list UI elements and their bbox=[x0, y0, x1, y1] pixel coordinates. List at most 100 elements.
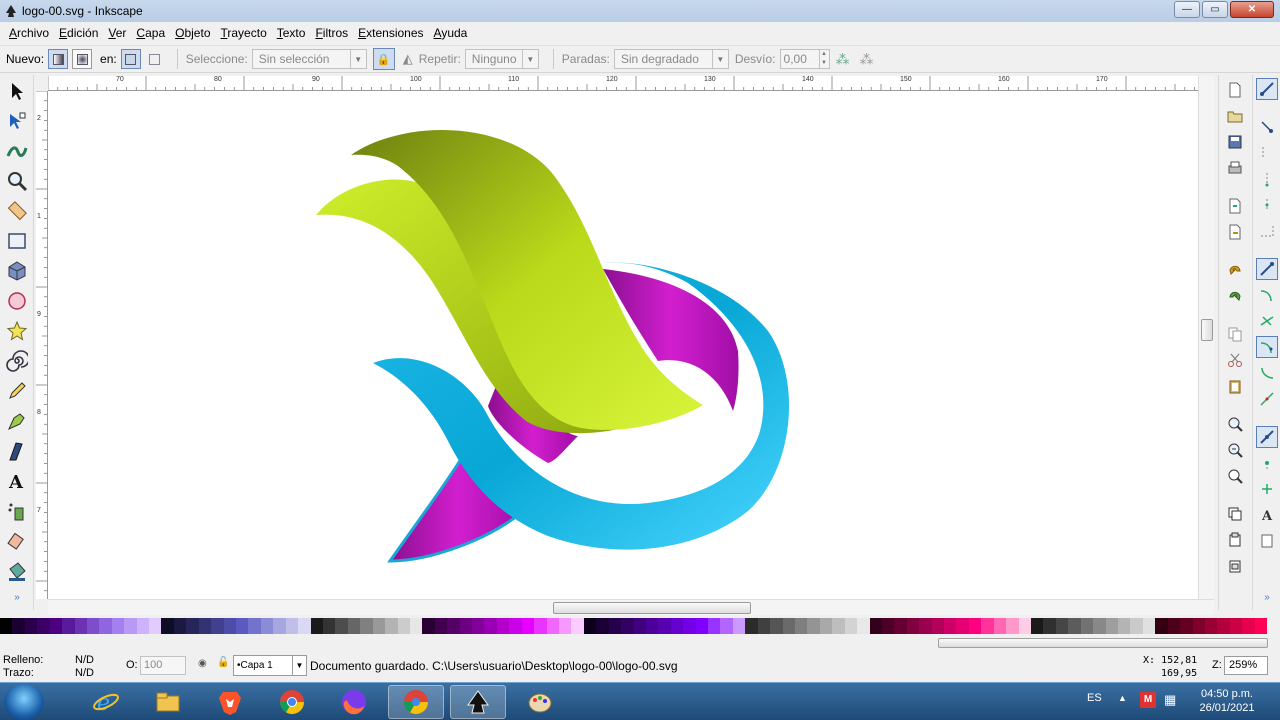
color-swatch[interactable] bbox=[1204, 618, 1218, 634]
color-swatch[interactable] bbox=[894, 618, 907, 634]
color-swatch[interactable] bbox=[322, 618, 336, 634]
color-swatch[interactable] bbox=[583, 618, 597, 634]
menu-extensiones[interactable]: Extensiones bbox=[353, 26, 428, 40]
clock[interactable]: 04:50 p.m. 26/01/2021 bbox=[1192, 687, 1262, 715]
snap-cusp-icon[interactable] bbox=[1256, 336, 1278, 358]
vertical-scroll-thumb[interactable] bbox=[1201, 319, 1213, 341]
color-swatch[interactable] bbox=[770, 618, 783, 634]
repeat-combo[interactable]: Ninguno ▼ bbox=[464, 49, 539, 69]
color-swatch[interactable] bbox=[1192, 618, 1205, 634]
horizontal-scrollbar[interactable] bbox=[48, 599, 1214, 615]
fill-target-button[interactable] bbox=[120, 49, 141, 69]
radial-gradient-button[interactable] bbox=[72, 49, 93, 69]
menu-trayecto[interactable]: Trayecto bbox=[216, 26, 272, 40]
color-swatch[interactable] bbox=[857, 618, 870, 634]
color-swatch[interactable] bbox=[161, 618, 174, 634]
color-swatch[interactable] bbox=[558, 618, 572, 634]
snap-midpoint-icon[interactable] bbox=[1256, 194, 1278, 216]
color-swatch[interactable] bbox=[534, 618, 547, 634]
link-gradient-button[interactable]: 🔒 bbox=[372, 48, 395, 70]
zoom-drawing-icon[interactable] bbox=[1225, 440, 1245, 460]
stroke-target-button[interactable] bbox=[145, 49, 165, 69]
color-swatch[interactable] bbox=[360, 618, 373, 634]
show-hidden-icons-icon[interactable]: ▲ bbox=[1118, 693, 1127, 703]
color-swatch[interactable] bbox=[720, 618, 733, 634]
color-swatch[interactable] bbox=[1055, 618, 1069, 634]
bucket-tool-icon[interactable] bbox=[5, 559, 29, 583]
color-swatch[interactable] bbox=[149, 618, 162, 634]
reverse-gradient-icon[interactable]: ◭ bbox=[403, 51, 413, 67]
color-swatch[interactable] bbox=[919, 618, 932, 634]
fill-indicator[interactable]: N/D bbox=[75, 654, 94, 666]
pen-tool-icon[interactable] bbox=[5, 409, 29, 433]
color-swatch[interactable] bbox=[335, 618, 348, 634]
snap-toggle-icon[interactable] bbox=[1256, 78, 1278, 100]
layer-select[interactable]: •Capa 1 ▼ bbox=[233, 655, 307, 676]
snap-rotation-center-icon[interactable] bbox=[1256, 478, 1278, 500]
snap-bbox-corner-icon[interactable] bbox=[1256, 168, 1278, 190]
color-swatch[interactable] bbox=[472, 618, 485, 634]
snap-bbox-edge-icon[interactable] bbox=[1256, 142, 1278, 164]
color-swatch[interactable] bbox=[1043, 618, 1056, 634]
color-swatch[interactable] bbox=[906, 618, 920, 634]
color-swatch[interactable] bbox=[1167, 618, 1181, 634]
color-swatch[interactable] bbox=[509, 618, 522, 634]
color-swatch[interactable] bbox=[546, 618, 559, 634]
snap-line-midpoint-icon[interactable] bbox=[1256, 388, 1278, 410]
unlink-clone-icon[interactable] bbox=[1225, 556, 1245, 576]
drawing-canvas[interactable] bbox=[48, 91, 1198, 599]
color-swatch[interactable] bbox=[1130, 618, 1143, 634]
firefox-icon[interactable] bbox=[326, 685, 382, 719]
color-swatch[interactable] bbox=[74, 618, 87, 634]
more-tools-icon[interactable]: » bbox=[5, 590, 29, 604]
minimize-button[interactable]: — bbox=[1174, 1, 1200, 18]
3d-box-tool-icon[interactable] bbox=[5, 259, 29, 283]
color-swatch[interactable] bbox=[111, 618, 125, 634]
color-swatch[interactable] bbox=[1229, 618, 1243, 634]
color-swatch[interactable] bbox=[968, 618, 982, 634]
color-swatch[interactable] bbox=[273, 618, 286, 634]
internet-explorer-icon[interactable]: e bbox=[78, 685, 134, 719]
network-icon[interactable]: ▦ bbox=[1164, 692, 1176, 708]
cut-icon[interactable] bbox=[1225, 350, 1245, 370]
snap-text-baseline-icon[interactable]: A bbox=[1256, 504, 1278, 526]
color-swatch[interactable] bbox=[708, 618, 721, 634]
snap-intersection-icon[interactable] bbox=[1256, 310, 1278, 332]
layer-lock-icon[interactable]: 🔓 bbox=[217, 657, 229, 668]
eye-icon[interactable]: ◉ bbox=[198, 658, 207, 669]
color-swatch[interactable] bbox=[645, 618, 659, 634]
color-swatch[interactable] bbox=[86, 618, 100, 634]
color-swatch[interactable] bbox=[298, 618, 311, 634]
color-swatch[interactable] bbox=[1006, 618, 1019, 634]
zoom-input[interactable]: 259% bbox=[1224, 656, 1268, 675]
color-swatch[interactable] bbox=[956, 618, 969, 634]
color-swatch[interactable] bbox=[385, 618, 398, 634]
color-swatch[interactable] bbox=[62, 618, 75, 634]
maximize-button[interactable]: ▭ bbox=[1202, 1, 1228, 18]
color-swatch[interactable] bbox=[198, 618, 212, 634]
color-swatch[interactable] bbox=[521, 618, 535, 634]
color-swatch[interactable] bbox=[1242, 618, 1255, 634]
color-swatch[interactable] bbox=[931, 618, 945, 634]
import-icon[interactable] bbox=[1225, 196, 1245, 216]
chrome-icon[interactable] bbox=[264, 685, 320, 719]
color-swatch[interactable] bbox=[608, 618, 622, 634]
color-swatch[interactable] bbox=[223, 618, 237, 634]
file-explorer-icon[interactable] bbox=[140, 685, 196, 719]
logo-artwork[interactable] bbox=[48, 91, 1198, 599]
snap-bbox-icon[interactable] bbox=[1256, 116, 1278, 138]
color-swatch[interactable] bbox=[1117, 618, 1131, 634]
pencil-tool-icon[interactable] bbox=[5, 379, 29, 403]
color-swatch[interactable] bbox=[422, 618, 435, 634]
color-swatch[interactable] bbox=[397, 618, 410, 634]
horizontal-ruler[interactable]: 70 80 90 100 110 120 130 140 150 160 170 bbox=[48, 76, 1198, 91]
color-swatch[interactable] bbox=[24, 618, 38, 634]
snap-object-center-icon[interactable] bbox=[1256, 452, 1278, 474]
color-swatch[interactable] bbox=[732, 618, 746, 634]
save-icon[interactable] bbox=[1225, 132, 1245, 152]
color-swatch[interactable] bbox=[745, 618, 758, 634]
inkscape-taskbar-icon[interactable] bbox=[450, 685, 506, 719]
color-swatch[interactable] bbox=[496, 618, 510, 634]
color-swatch[interactable] bbox=[434, 618, 448, 634]
color-swatch[interactable] bbox=[832, 618, 845, 634]
